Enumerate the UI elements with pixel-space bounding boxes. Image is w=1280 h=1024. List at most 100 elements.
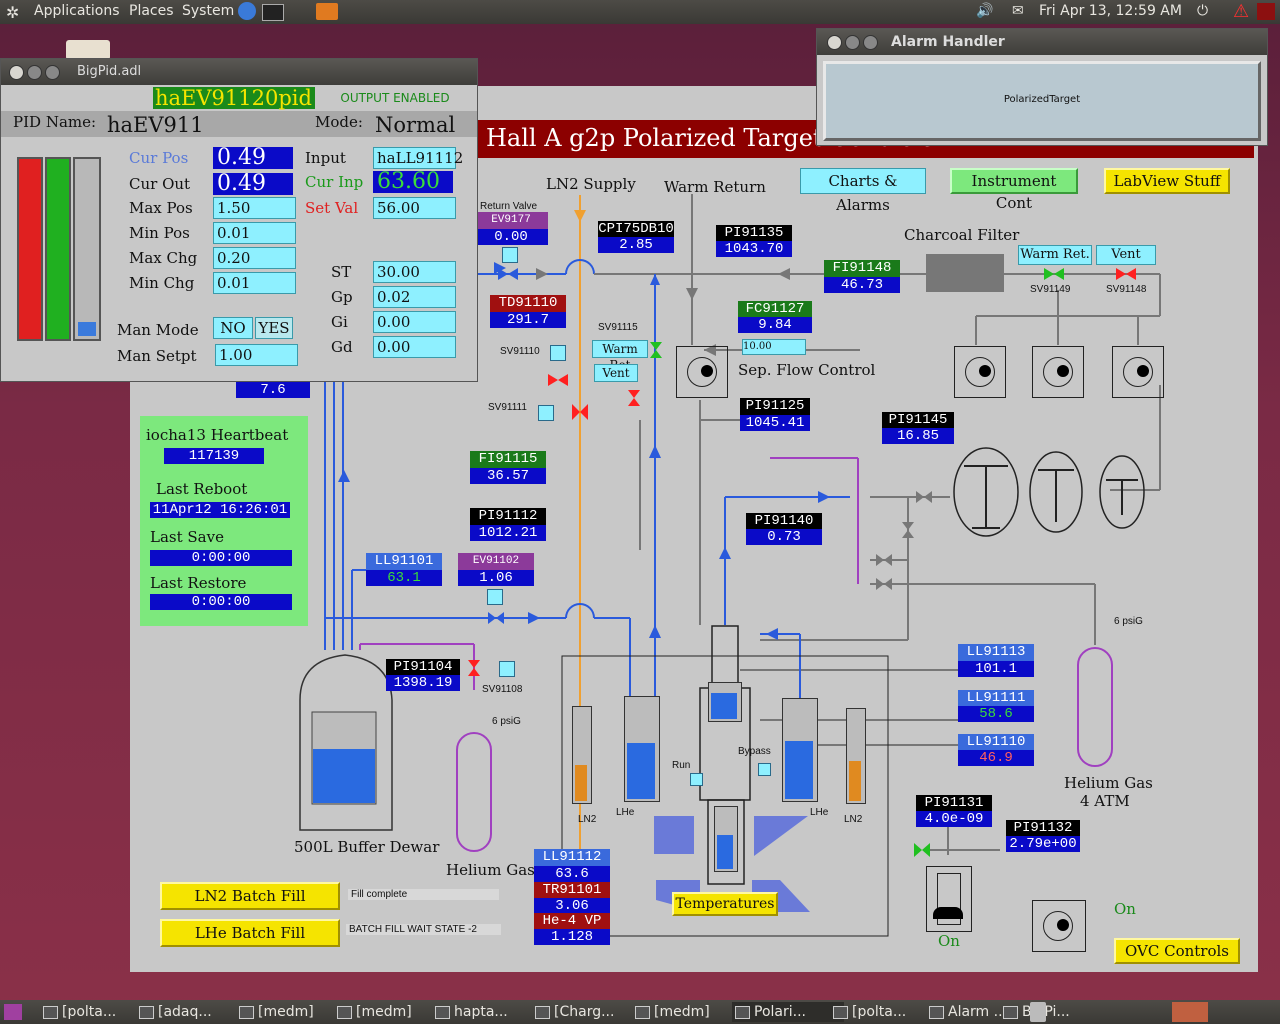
maximize-icon[interactable] xyxy=(863,35,878,50)
ll91112-value: 63.6 xyxy=(534,866,610,882)
lhe-right-label: LHe xyxy=(810,807,829,818)
bypass-control-icon[interactable] xyxy=(758,763,771,776)
gi-input[interactable]: 0.00 xyxy=(373,311,456,333)
ln2-batch-fill-button[interactable]: LN2 Batch Fill xyxy=(160,882,340,910)
helium-gas-pressure-label: 4 ATM xyxy=(1080,792,1130,810)
gd-input[interactable]: 0.00 xyxy=(373,336,456,358)
input-field[interactable]: haLL91112 xyxy=(373,147,463,169)
sv91149-label: SV91149 xyxy=(1030,284,1071,295)
window-icon xyxy=(435,1006,450,1019)
charts-alarms-button[interactable]: Charts & Alarms xyxy=(800,168,926,214)
pump-icon[interactable] xyxy=(1032,900,1086,952)
pi91132-label: PI91132 xyxy=(1006,820,1080,837)
pump-icon[interactable] xyxy=(1032,346,1084,398)
man-mode-no-button[interactable]: NO xyxy=(213,317,253,339)
warm-ret-button-2[interactable]: Warm Ret xyxy=(592,340,648,372)
minimize-icon[interactable] xyxy=(27,65,42,80)
output-bar-green xyxy=(45,157,71,341)
max-chg-input[interactable]: 0.20 xyxy=(213,247,296,269)
ll91110-value: 46.9 xyxy=(958,750,1034,766)
labview-stuff-button[interactable]: LabView Stuff xyxy=(1104,168,1230,194)
min-chg-label: Min Chg xyxy=(129,274,195,292)
lhe-batch-fill-button[interactable]: LHe Batch Fill xyxy=(160,919,340,947)
st-input[interactable]: 30.00 xyxy=(373,261,456,283)
buffer-dewar-label: 500L Buffer Dewar xyxy=(294,838,440,856)
alarm-group-button[interactable]: PolarizedTarget xyxy=(823,61,1261,141)
bigpid-title-bar[interactable]: BigPid.adl xyxy=(1,59,477,85)
trash-icon[interactable] xyxy=(1030,1002,1046,1022)
last-reboot-value: 11Apr12 16:26:01 xyxy=(150,502,290,518)
taskbar-item[interactable]: [adaq... xyxy=(136,1002,248,1022)
alarm-handler-title: Alarm Handler xyxy=(891,34,1005,50)
last-save-value: 0:00:00 xyxy=(150,550,292,566)
vent-button[interactable]: Vent xyxy=(1096,245,1156,265)
window-icon xyxy=(735,1006,750,1019)
workspace-switcher-icon[interactable] xyxy=(1172,1002,1208,1022)
lhe-level-tube-right xyxy=(782,698,818,802)
maximize-icon[interactable] xyxy=(45,65,60,80)
turbo-pump-icon[interactable] xyxy=(926,866,972,932)
ev91102-control-icon[interactable] xyxy=(487,589,503,605)
instrument-control-button[interactable]: Instrument Cont xyxy=(950,168,1078,212)
ev9177-control-icon[interactable] xyxy=(502,247,518,263)
cur-pos-label: Cur Pos xyxy=(129,149,189,167)
pid-name-value: haEV911 xyxy=(107,113,204,137)
he4-vp-value: 1.128 xyxy=(534,929,610,945)
vent-button-2[interactable]: Vent xyxy=(594,364,638,382)
pi91125-value: 1045.41 xyxy=(740,415,810,431)
minimize-icon[interactable] xyxy=(845,35,860,50)
close-icon[interactable] xyxy=(827,35,842,50)
ev9177-label: EV9177 xyxy=(474,212,548,229)
taskbar-item[interactable]: BigPi... xyxy=(1000,1002,1096,1022)
taskbar-item[interactable]: [medm] xyxy=(334,1002,446,1022)
pump-icon[interactable] xyxy=(954,346,1006,398)
taskbar-item[interactable]: [Charg... xyxy=(532,1002,644,1022)
taskbar-item[interactable]: hapta... xyxy=(432,1002,544,1022)
alarm-handler-title-bar[interactable]: Alarm Handler xyxy=(817,29,1267,55)
pi91112-label: PI91112 xyxy=(470,508,546,525)
fi91148-label: FI91148 xyxy=(824,260,900,277)
pump-icon[interactable] xyxy=(676,346,728,398)
sv91110-control-icon[interactable] xyxy=(550,345,566,361)
fc91127-setpoint-input[interactable]: 10.00 xyxy=(742,339,806,355)
mode-label: Mode: xyxy=(315,113,363,131)
sv91111-control-icon[interactable] xyxy=(538,405,554,421)
show-desktop-icon[interactable] xyxy=(4,1004,22,1020)
partial-value: 7.6 xyxy=(236,382,310,398)
bigpid-window: BigPid.adl haEV91120pid OUTPUT ENABLED P… xyxy=(0,58,478,382)
cell-level-upper xyxy=(708,682,742,722)
td91110-label: TD91110 xyxy=(490,295,566,312)
td91110-value: 291.7 xyxy=(490,312,566,328)
run-control-icon[interactable] xyxy=(690,773,703,786)
min-pos-input[interactable]: 0.01 xyxy=(213,222,296,244)
pump-icon[interactable] xyxy=(1112,346,1164,398)
ovc-controls-button[interactable]: OVC Controls xyxy=(1114,938,1240,964)
min-pos-label: Min Pos xyxy=(129,224,190,242)
cur-pos-value: 0.49 xyxy=(213,147,293,169)
fi91115-value: 36.57 xyxy=(470,468,546,484)
max-pos-input[interactable]: 1.50 xyxy=(213,197,296,219)
taskbar-item[interactable]: [medm] xyxy=(632,1002,744,1022)
pi91140-value: 0.73 xyxy=(746,529,822,545)
ll91110-label: LL91110 xyxy=(958,734,1034,751)
taskbar-item-active[interactable]: Polari... xyxy=(732,1002,844,1022)
pi91125-label: PI91125 xyxy=(740,398,810,415)
man-mode-yes-button[interactable]: YES xyxy=(255,317,293,339)
close-icon[interactable] xyxy=(9,65,24,80)
man-setpt-input[interactable]: 1.00 xyxy=(215,344,298,366)
min-chg-input[interactable]: 0.01 xyxy=(213,272,296,294)
bigpid-window-title: BigPid.adl xyxy=(77,64,142,79)
temperatures-button[interactable]: Temperatures xyxy=(672,892,778,916)
gp-input[interactable]: 0.02 xyxy=(373,286,456,308)
ln2-left-label: LN2 xyxy=(578,814,597,825)
heartbeat-value: 117139 xyxy=(164,448,264,464)
sv91108-control-icon[interactable] xyxy=(499,661,515,677)
set-val-input[interactable]: 56.00 xyxy=(373,197,456,219)
last-restore-label: Last Restore xyxy=(150,574,247,592)
taskbar-item[interactable]: [medm] xyxy=(236,1002,348,1022)
warm-ret-button[interactable]: Warm Ret. xyxy=(1018,245,1092,265)
alarm-handler-window: Alarm Handler PolarizedTarget xyxy=(816,28,1268,146)
taskbar: [polta... [adaq... [medm] [medm] hapta..… xyxy=(0,1000,1280,1024)
last-reboot-label: Last Reboot xyxy=(156,480,248,498)
pi91140-label: PI91140 xyxy=(746,513,822,530)
